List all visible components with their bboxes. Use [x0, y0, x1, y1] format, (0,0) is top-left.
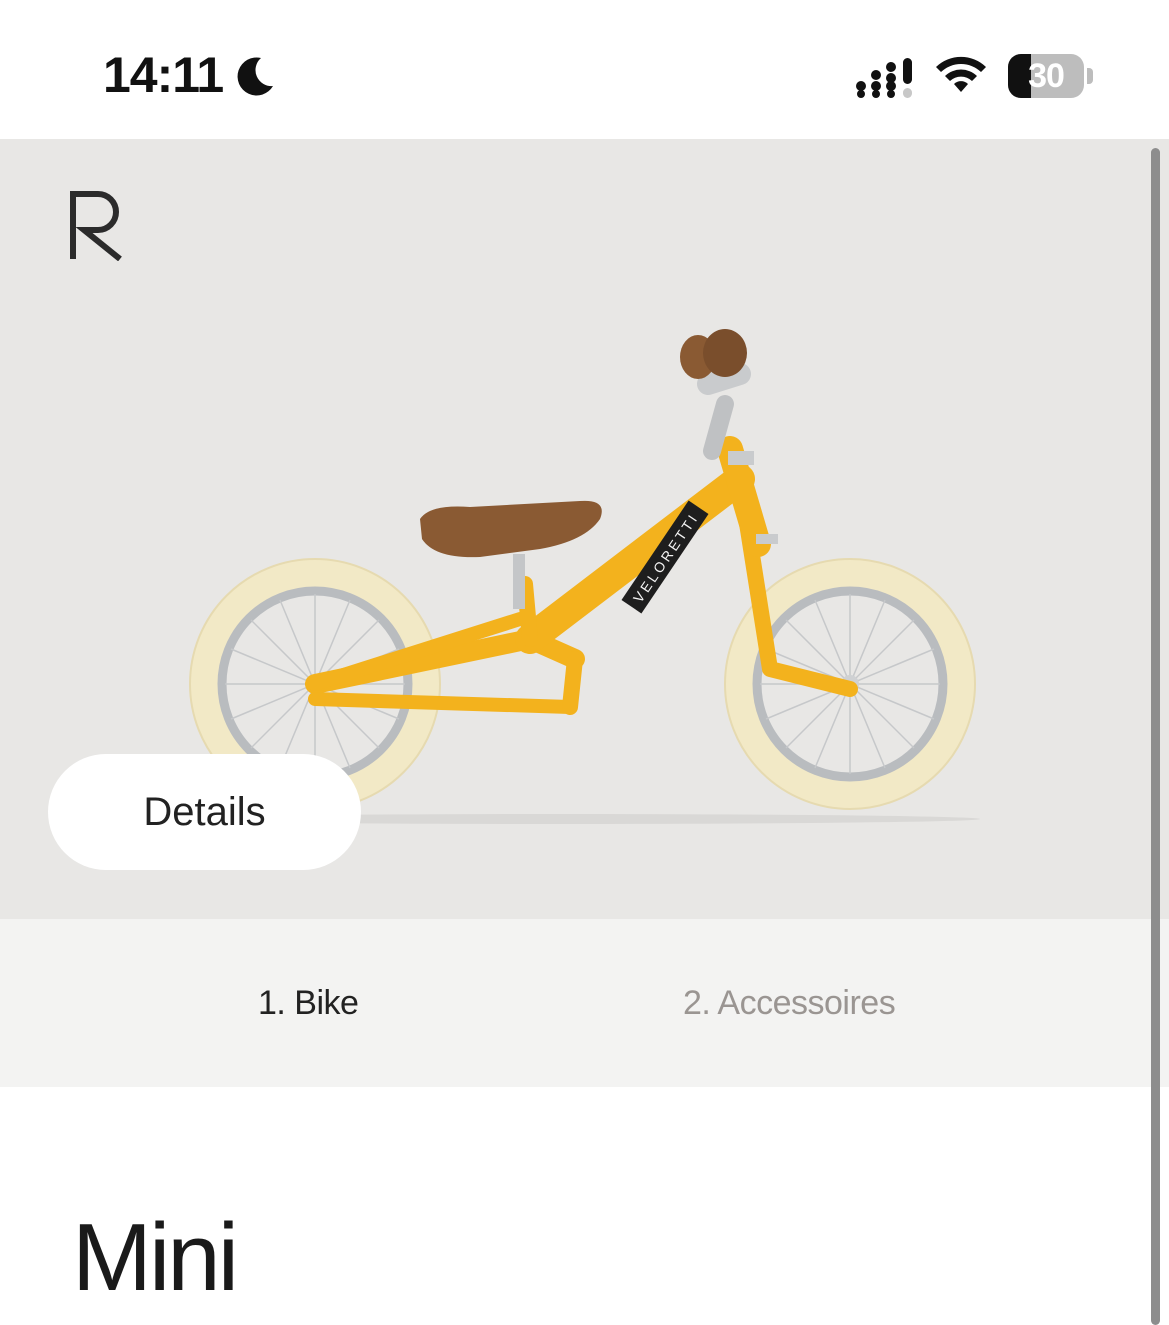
scrollbar[interactable]: [1151, 148, 1160, 1325]
tab-accessoires[interactable]: 2. Accessoires: [683, 919, 896, 1087]
step-tabs: 1. Bike 2. Accessoires: [0, 919, 1169, 1087]
details-button[interactable]: Details: [48, 754, 361, 870]
product-title: Mini: [72, 1204, 239, 1311]
tab-bike[interactable]: 1. Bike: [258, 919, 359, 1087]
battery-icon: 30: [1008, 54, 1094, 98]
hero-banner: VELORETTI Details: [0, 139, 1169, 919]
brand-logo[interactable]: [70, 189, 126, 261]
moon-icon: [237, 57, 273, 96]
wifi-icon: [936, 56, 986, 92]
battery-level: 30: [1028, 57, 1065, 95]
signal-icon: [856, 58, 912, 98]
status-time: 14:11: [103, 47, 224, 103]
status-bar: 14:11 30: [0, 0, 1169, 139]
